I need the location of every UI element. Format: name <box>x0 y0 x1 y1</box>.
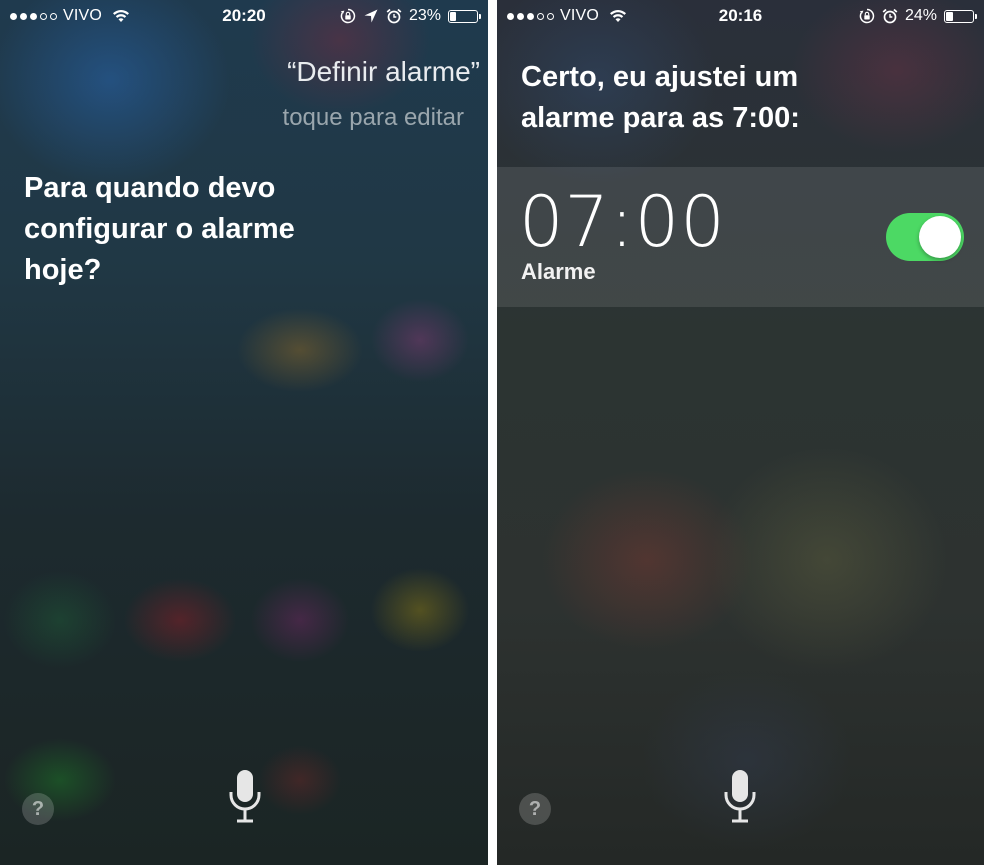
alarm-label: Alarme <box>521 259 596 284</box>
user-query[interactable]: “Definir alarme” <box>287 56 480 88</box>
carrier-name: VIVO <box>560 7 600 24</box>
status-time: 20:16 <box>718 6 763 25</box>
alarm-time: 07:00 <box>519 181 726 263</box>
alarm-card[interactable]: 07:00 Alarme <box>497 167 984 307</box>
signal-strength-icon <box>507 12 554 20</box>
wifi-icon <box>610 10 627 22</box>
help-button[interactable]: ? <box>22 793 54 825</box>
help-button[interactable]: ? <box>519 793 551 825</box>
orientation-lock-icon <box>859 8 875 24</box>
toggle-knob <box>919 216 961 258</box>
battery-percent: 23% <box>408 7 441 24</box>
location-arrow-icon <box>364 9 378 23</box>
signal-strength-icon <box>10 12 57 20</box>
siri-response: Certo, eu ajustei um alarme para as 7:00… <box>521 61 800 134</box>
alarm-clock-icon <box>882 8 898 24</box>
status-bar: VIVO 20:20 23% <box>0 0 488 34</box>
siri-screen-question: VIVO 20:20 23% “Definir alarme” toque pa… <box>0 0 488 865</box>
tap-to-edit-hint[interactable]: toque para editar <box>283 104 464 132</box>
battery-percent: 24% <box>904 7 937 24</box>
wifi-icon <box>113 10 130 22</box>
battery-icon <box>448 9 481 23</box>
status-left: VIVO <box>10 7 130 25</box>
status-bar: VIVO 20:16 24% <box>497 0 984 34</box>
microphone-icon[interactable] <box>720 768 760 828</box>
status-left: VIVO <box>507 7 627 25</box>
siri-response: Para quando devo configurar o alarme hoj… <box>24 172 295 286</box>
status-right: 23% <box>340 7 481 25</box>
microphone-icon[interactable] <box>225 768 265 828</box>
battery-icon <box>944 9 977 23</box>
carrier-name: VIVO <box>63 7 103 24</box>
alarm-toggle[interactable] <box>886 213 964 261</box>
status-right: 24% <box>859 7 977 25</box>
status-time: 20:20 <box>222 6 266 25</box>
siri-screen-confirmation: VIVO 20:16 24% Certo, eu ajustei um alar… <box>497 0 984 865</box>
orientation-lock-icon <box>340 8 356 24</box>
alarm-clock-icon <box>386 8 402 24</box>
